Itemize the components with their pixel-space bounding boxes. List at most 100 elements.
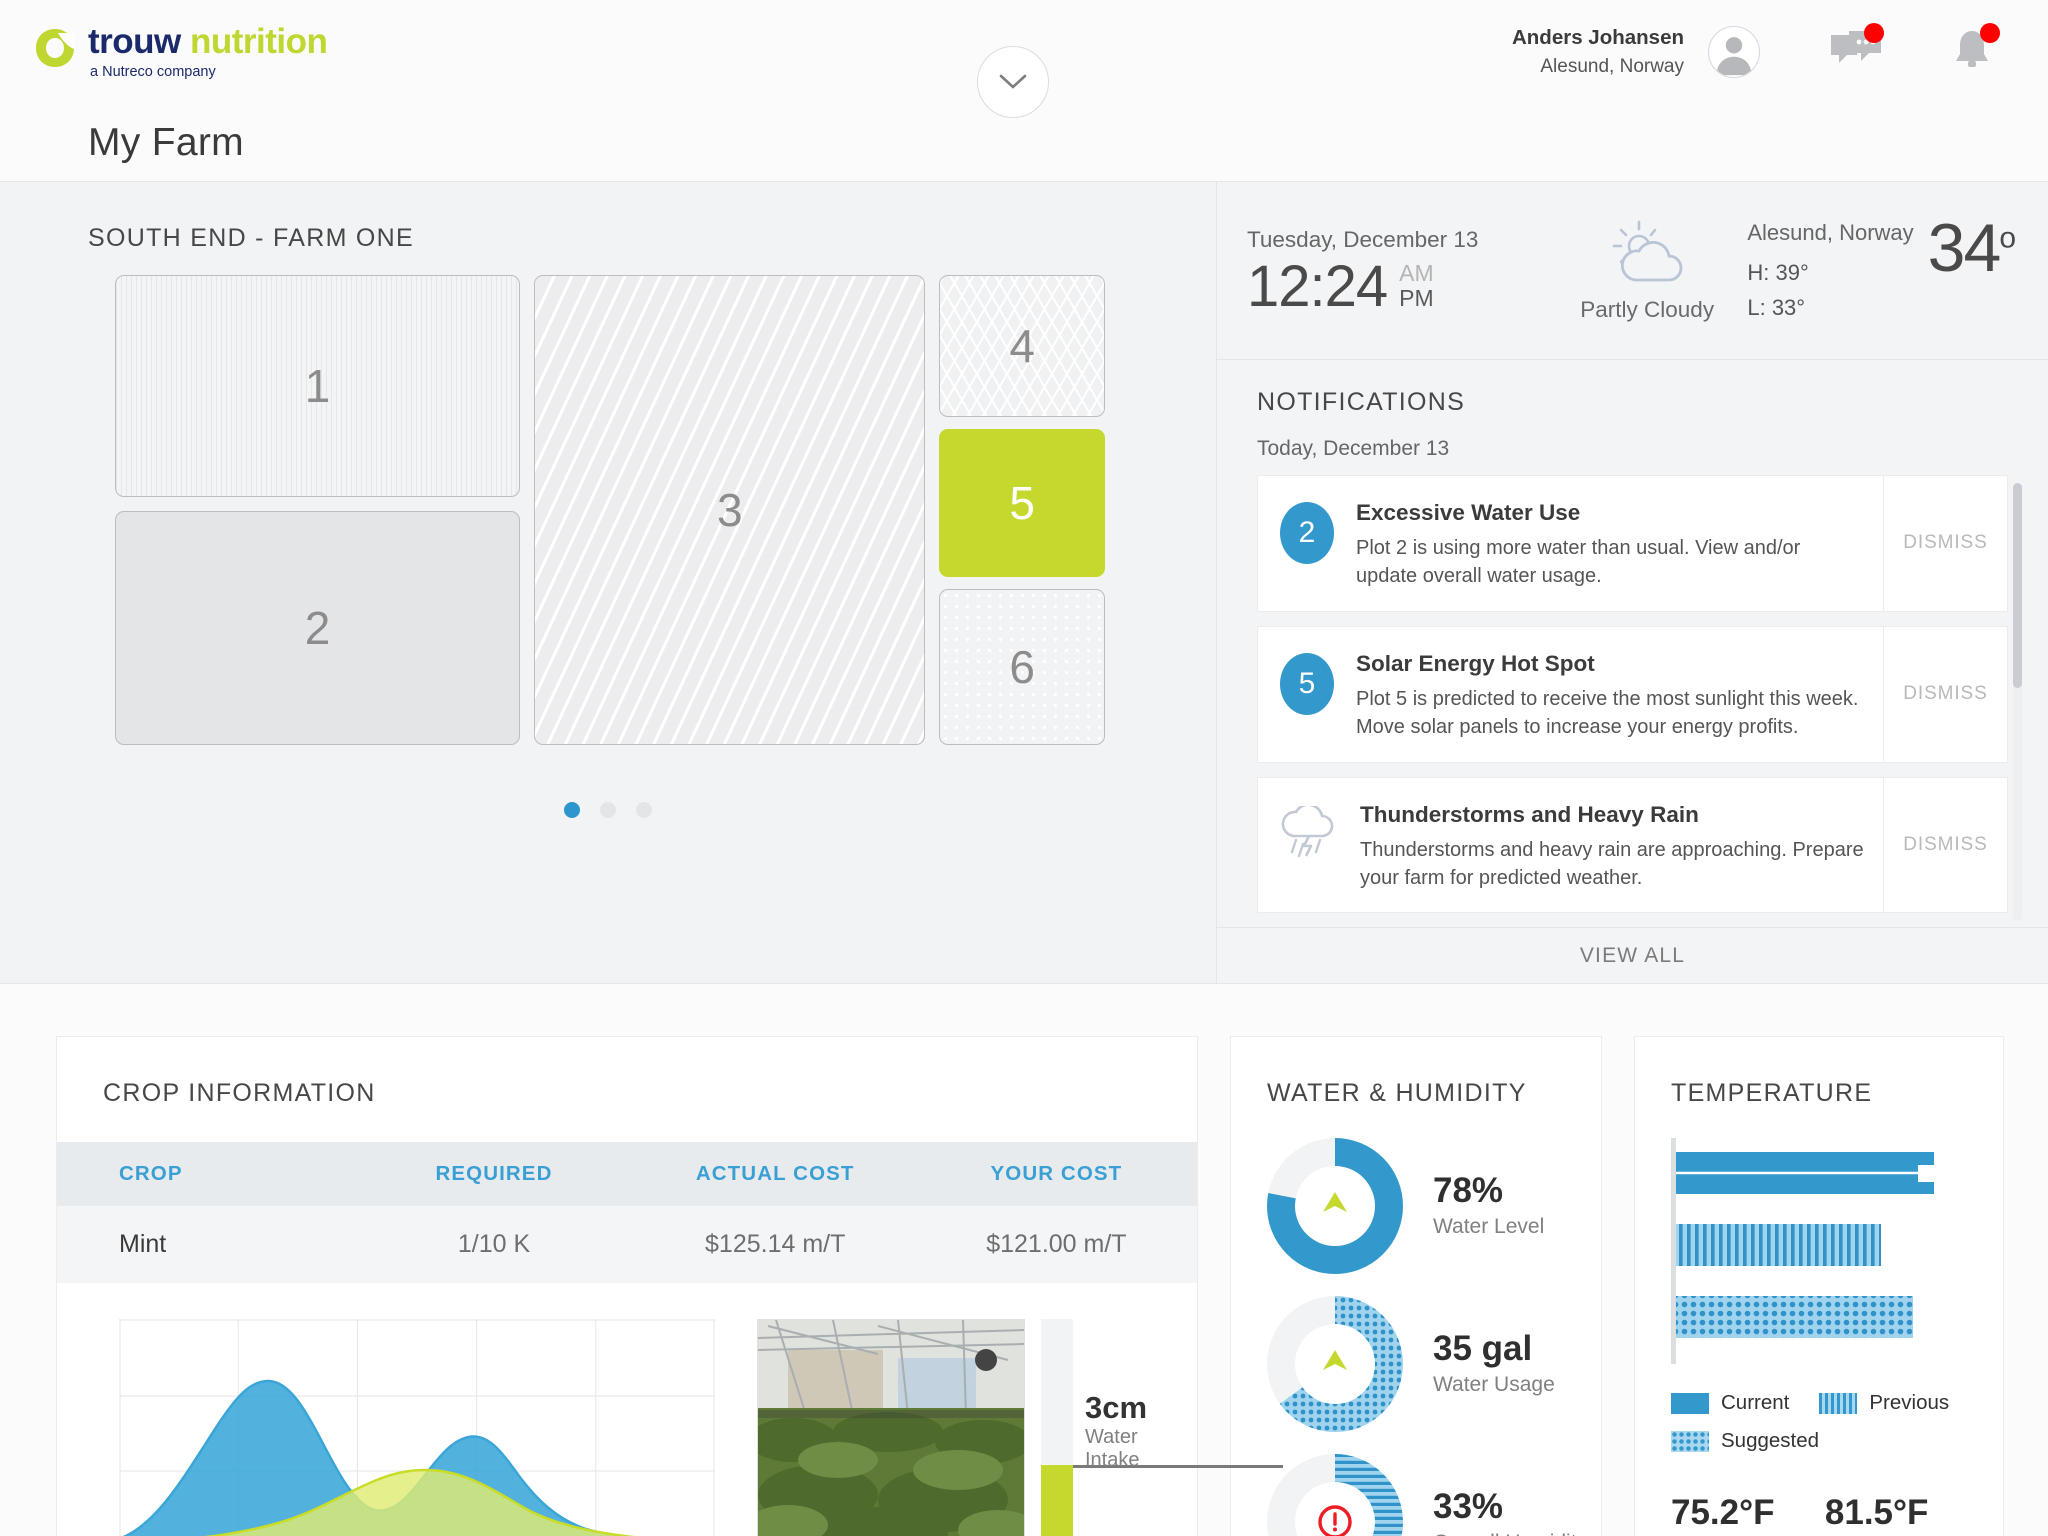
dashboard-root: trouw nutrition a Nutreco company Anders… <box>0 0 2048 1536</box>
page-title: My Farm <box>88 120 244 164</box>
up-arrow-icon <box>1323 1192 1347 1213</box>
plot-1[interactable]: 1 <box>115 275 521 497</box>
gauge-label: Water Usage <box>1433 1373 1555 1397</box>
notification-item[interactable]: 2 Excessive Water Use Plot 2 is using mo… <box>1257 475 2008 612</box>
notification-text: Plot 2 is using more water than usual. V… <box>1356 537 1801 588</box>
plot-label: 3 <box>716 484 743 536</box>
gauge-overall-humidity[interactable]: 33% Overall Humidity <box>1267 1454 1601 1536</box>
carousel-dot-3[interactable] <box>636 802 652 818</box>
plot-label: 4 <box>1009 320 1035 372</box>
current-temperature-block: 75.2°F Current Temperature <box>1671 1493 1789 1536</box>
crop-information-title: CROP INFORMATION <box>103 1079 376 1108</box>
gauge-list: 78% Water Level 35 gal Water Usage 33% <box>1231 1108 1601 1536</box>
column-header-crop: CROP <box>57 1142 354 1207</box>
legend-item-previous: Previous <box>1819 1391 1949 1415</box>
gauge-value: 78% <box>1433 1170 1504 1210</box>
dismiss-button[interactable]: DISMISS <box>1883 476 2007 611</box>
plot-4[interactable]: 4 <box>939 275 1105 417</box>
notifications-scrollbar-thumb[interactable] <box>2013 483 2022 688</box>
carousel-dot-1[interactable] <box>564 802 580 818</box>
plot-label: 6 <box>1009 641 1035 693</box>
gauge-water-level[interactable]: 78% Water Level <box>1267 1138 1601 1275</box>
legend-swatch-solid <box>1671 1392 1709 1414</box>
thunderstorm-cloud-icon <box>1280 805 1338 860</box>
donut-water-usage <box>1267 1296 1403 1433</box>
plot-5-active[interactable]: 5 <box>939 429 1105 577</box>
notification-title: Solar Energy Hot Spot <box>1356 650 1595 676</box>
plot-label: 2 <box>304 602 331 654</box>
plot-6[interactable]: 6 <box>939 589 1105 745</box>
bar-previous <box>1676 1224 1881 1267</box>
plot-3[interactable]: 3 <box>534 275 926 745</box>
temperature-card: TEMPERATURE Current Previous Suggested 7… <box>1634 1036 2004 1536</box>
temperature-bars-svg <box>1671 1138 1935 1365</box>
plot-grid: 1 2 3 4 5 6 <box>115 275 1105 745</box>
cell-your-cost: $121.00 m/T <box>915 1206 1197 1284</box>
temperature-bar-chart <box>1635 1108 2003 1369</box>
dismiss-button[interactable]: DISMISS <box>1883 777 2007 913</box>
notification-item[interactable]: 5 Solar Energy Hot Spot Plot 5 is predic… <box>1257 625 2008 763</box>
user-info[interactable]: Anders Johansen Alesund, Norway <box>1512 23 1684 80</box>
plot-label: 1 <box>304 360 331 412</box>
legend-item-current: Current <box>1671 1391 1789 1415</box>
notifications-title: NOTIFICATIONS <box>1257 388 1466 416</box>
solar-electricity-chart: Mint's Solar / Electricity Use <box>119 1319 715 1536</box>
suggested-temperature-block: 81.5°F Suggested Temperature <box>1825 1493 1943 1536</box>
sun-behind-cloud-icon <box>1612 220 1683 282</box>
brand-name-primary: trouw <box>88 22 181 62</box>
header-actions: Anders Johansen Alesund, Norway <box>1512 22 2010 80</box>
notifications-button[interactable] <box>1942 22 2002 79</box>
suggested-temperature-value: 81.5°F <box>1824 1493 1929 1533</box>
gauge-value: 33% <box>1433 1486 1504 1526</box>
avatar[interactable] <box>1708 25 1760 78</box>
farm-map-panel: SOUTH END - FARM ONE 1 2 3 4 5 6 <box>0 182 1216 984</box>
temperature-legend: Current Previous Suggested <box>1635 1369 1965 1453</box>
legend-swatch-dots <box>1671 1430 1709 1452</box>
right-column: Tuesday, December 13 12:24 AM PM Partly … <box>1216 182 2048 984</box>
legend-label: Previous <box>1869 1391 1950 1415</box>
notifications-panel: NOTIFICATIONS Today, December 13 2 Exces… <box>1217 360 2048 984</box>
weather-temp-number: 34 <box>1927 210 2002 287</box>
legend-label: Current <box>1721 1391 1790 1415</box>
water-intake-label: Water Intake <box>1085 1425 1140 1471</box>
table-row[interactable]: Mint 1/10 K $125.14 m/T $121.00 m/T <box>57 1206 1197 1284</box>
notification-title: Thunderstorms and Heavy Rain <box>1360 801 1699 827</box>
farm-section-title: SOUTH END - FARM ONE <box>88 224 415 252</box>
weather-high: H: 39° <box>1747 260 1809 286</box>
greenhouse-mint-photo[interactable] <box>757 1319 1025 1536</box>
up-arrow-icon <box>1323 1350 1347 1371</box>
meridiem-am[interactable]: AM <box>1399 260 1434 287</box>
temperature-title: TEMPERATURE <box>1671 1079 1873 1108</box>
brand-logo[interactable]: trouw nutrition a Nutreco company <box>34 22 328 81</box>
weather-temps: Alesund, Norway H: 39° L: 33° 34o <box>1747 214 2016 324</box>
carousel-dot-2[interactable] <box>600 802 616 818</box>
panel-expand-button[interactable] <box>977 46 1049 118</box>
view-all-button[interactable]: VIEW ALL <box>1217 927 2048 984</box>
plot-2[interactable]: 2 <box>115 511 521 745</box>
water-intake-fill <box>1041 1465 1073 1536</box>
brand-tagline: a Nutreco company <box>90 64 216 81</box>
notification-item[interactable]: Thunderstorms and Heavy Rain Thunderstor… <box>1257 776 2008 914</box>
water-intake-value: 3cm <box>1085 1389 1148 1425</box>
trouw-logo-mark-icon <box>34 27 76 77</box>
crop-information-card: CROP INFORMATION CROP REQUIRED ACTUAL CO… <box>56 1036 1283 1536</box>
water-intake-gauge: 3cm Water Intake <box>1041 1319 1283 1536</box>
notification-title: Excessive Water Use <box>1356 500 1581 525</box>
dismiss-button[interactable]: DISMISS <box>1883 626 2007 762</box>
gauge-water-usage[interactable]: 35 gal Water Usage <box>1267 1296 1601 1433</box>
column-header-required: REQUIRED <box>353 1142 635 1207</box>
table-header-row: CROP REQUIRED ACTUAL COST YOUR COST <box>57 1142 1197 1207</box>
cell-actual-cost: $125.14 m/T <box>634 1206 916 1284</box>
chevron-down-icon <box>999 74 1027 89</box>
messages-badge <box>1864 22 1884 43</box>
brand-name-secondary: nutrition <box>190 22 328 62</box>
gauge-label: Water Level <box>1433 1215 1545 1239</box>
messages-button[interactable] <box>1826 22 1886 79</box>
notifications-badge <box>1980 22 2000 43</box>
notification-text: Thunderstorms and heavy rain are approac… <box>1360 838 1864 889</box>
weather-widget: Tuesday, December 13 12:24 AM PM Partly … <box>1217 182 2048 360</box>
legend-item-suggested: Suggested <box>1671 1429 1819 1453</box>
warning-exclamation-icon <box>1318 1505 1352 1536</box>
user-location: Alesund, Norway <box>1540 56 1684 78</box>
meridiem-pm[interactable]: PM <box>1399 286 1434 312</box>
